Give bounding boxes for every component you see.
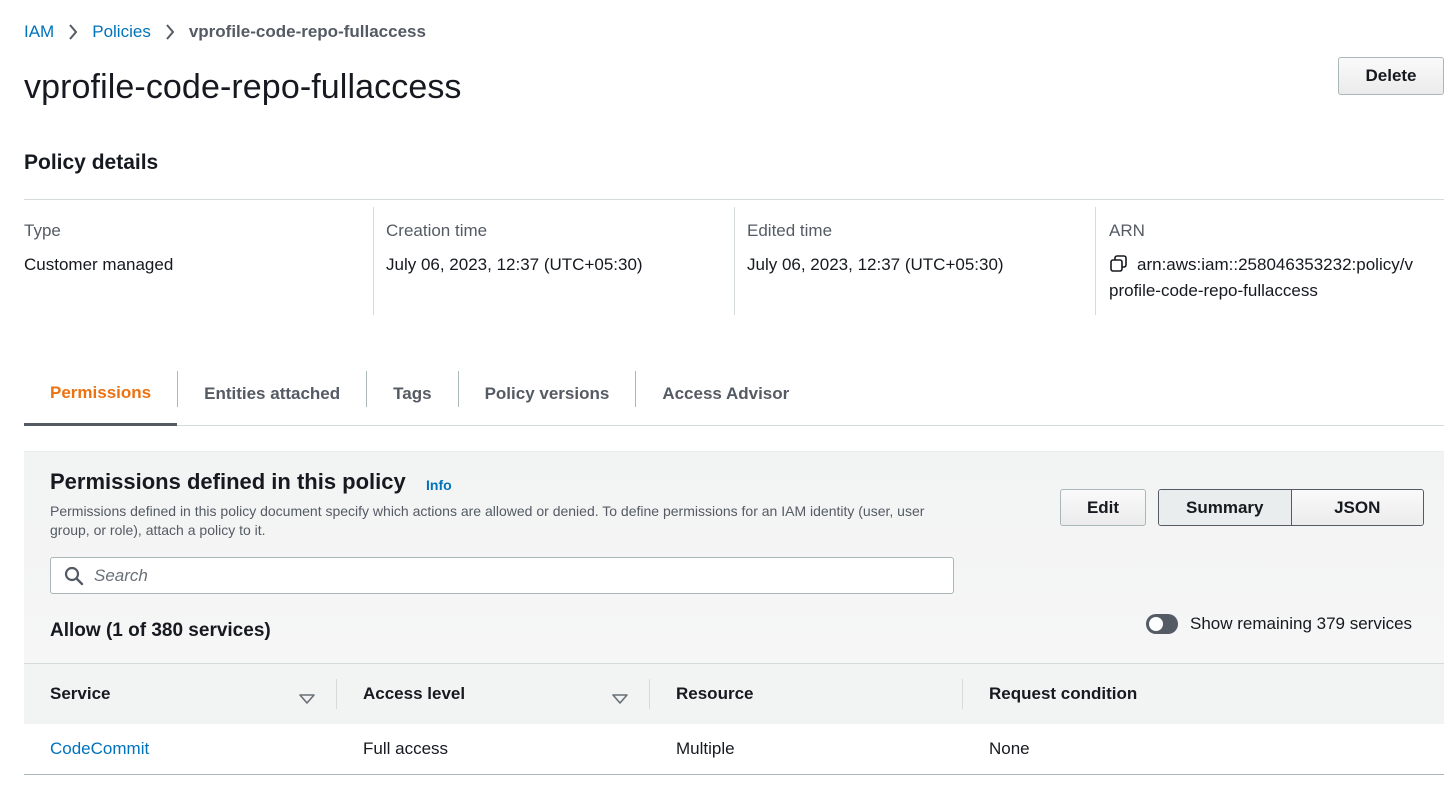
search-icon: [64, 566, 84, 586]
policy-details-title: Policy details: [24, 151, 159, 174]
tab-label: Permissions: [50, 382, 152, 402]
show-remaining-toggle[interactable]: Show remaining 379 services: [1146, 614, 1412, 634]
detail-edited-time: Edited time July 06, 2023, 12:37 (UTC+05…: [734, 207, 1095, 315]
search-input[interactable]: [94, 565, 894, 586]
detail-creation-time: Creation time July 06, 2023, 12:37 (UTC+…: [373, 207, 734, 315]
breadcrumb-current: vprofile-code-repo-fullaccess: [188, 22, 426, 41]
table-row: CodeCommit Full access Multiple None: [24, 724, 1444, 775]
detail-value: Customer managed: [24, 255, 174, 274]
column-header-request-condition: Request condition: [963, 664, 1444, 724]
detail-value: July 06, 2023, 12:37 (UTC+05:30): [386, 255, 643, 274]
cell-service: CodeCommit: [24, 724, 337, 774]
detail-label: ARN: [1109, 221, 1145, 240]
cell-resource: Multiple: [676, 739, 735, 758]
tab-tags[interactable]: Tags: [367, 368, 457, 426]
permissions-title: Permissions defined in this policy: [50, 469, 406, 494]
breadcrumb: IAM Policies vprofile-code-repo-fullacce…: [24, 21, 426, 43]
divider: [24, 199, 1444, 200]
tab-label: Policy versions: [484, 384, 610, 403]
permissions-description: Permissions defined in this policy docum…: [50, 503, 925, 538]
table-header: Service Access level Resource Request co…: [24, 663, 1444, 724]
tab-policy-versions[interactable]: Policy versions: [459, 368, 636, 426]
tab-permissions[interactable]: Permissions: [24, 368, 178, 426]
toggle-switch[interactable]: [1146, 614, 1178, 634]
permissions-panel: Permissions defined in this policy Info …: [24, 451, 1444, 775]
delete-button[interactable]: Delete: [1338, 57, 1444, 95]
tab-access-advisor[interactable]: Access Advisor: [636, 368, 815, 426]
breadcrumb-link-iam[interactable]: IAM: [24, 22, 54, 42]
json-view-button[interactable]: JSON: [1290, 490, 1423, 525]
tab-entities-attached[interactable]: Entities attached: [178, 368, 366, 426]
breadcrumb-link-policies[interactable]: Policies: [92, 22, 151, 42]
arn-value: arn:aws:iam::258046353232:policy/vprofil…: [1109, 252, 1414, 304]
info-link[interactable]: Info: [426, 477, 452, 493]
detail-label: Edited time: [747, 221, 833, 240]
detail-type: Type Customer managed: [24, 207, 373, 315]
column-header-service[interactable]: Service: [24, 664, 337, 724]
detail-label: Creation time: [386, 221, 488, 240]
tab-label: Tags: [393, 384, 432, 403]
sort-down-icon[interactable]: [299, 689, 315, 704]
view-mode-toggle: Summary JSON: [1158, 489, 1424, 526]
column-header-resource: Resource: [650, 664, 963, 724]
policy-details: Type Customer managed Creation time July…: [24, 207, 1444, 315]
detail-label: Type: [24, 221, 61, 240]
copy-icon[interactable]: [1109, 255, 1129, 273]
column-label: Service: [50, 684, 111, 703]
column-header-access-level[interactable]: Access level: [337, 664, 650, 724]
tab-bar: Permissions Entities attached Tags Polic…: [24, 368, 1444, 426]
detail-value: July 06, 2023, 12:37 (UTC+05:30): [747, 255, 1004, 274]
cell-request-condition: None: [989, 739, 1030, 758]
search-box: [50, 557, 954, 594]
cell-access-level: Full access: [363, 739, 449, 758]
tab-label: Entities attached: [204, 384, 341, 403]
column-label: Request condition: [989, 684, 1138, 703]
sort-down-icon[interactable]: [612, 689, 628, 704]
chevron-right-icon: [165, 23, 175, 41]
edit-button[interactable]: Edit: [1060, 489, 1146, 526]
chevron-right-icon: [68, 23, 78, 41]
toggle-label: Show remaining 379 services: [1190, 614, 1413, 633]
arn-value-wrap: arn:aws:iam::258046353232:policy/vprofil…: [1109, 252, 1414, 304]
detail-arn: ARN arn:aws:iam::258046353232:policy/vpr…: [1095, 207, 1444, 315]
allow-title: Allow (1 of 380 services): [50, 620, 271, 641]
page-title: vprofile-code-repo-fullaccess: [24, 68, 462, 106]
service-link[interactable]: CodeCommit: [50, 739, 149, 759]
column-label: Access level: [363, 684, 466, 703]
summary-view-button[interactable]: Summary: [1159, 490, 1291, 525]
toggle-knob: [1149, 617, 1163, 631]
column-label: Resource: [676, 684, 754, 703]
arn-text: arn:aws:iam::258046353232:policy/vprofil…: [1109, 255, 1413, 300]
tab-label: Access Advisor: [662, 384, 790, 403]
